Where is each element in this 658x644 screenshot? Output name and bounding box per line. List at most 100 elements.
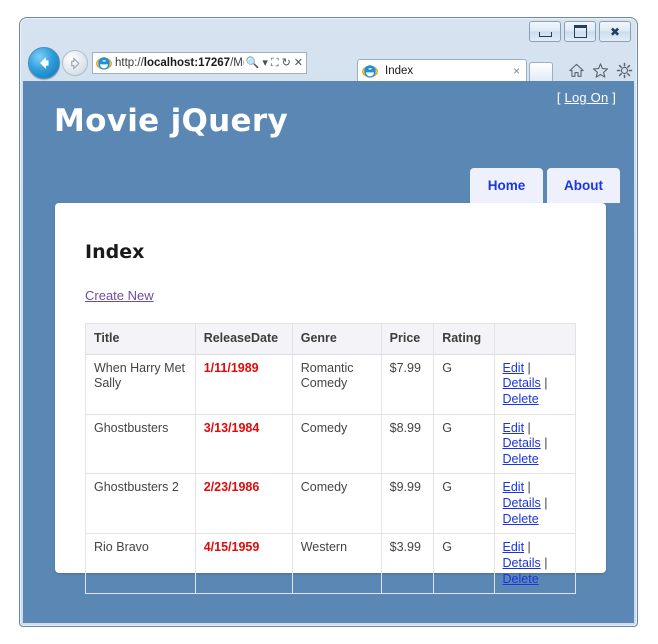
table-row: When Harry Met Sally 1/11/1989 Romantic … [86, 354, 576, 414]
site-header: [ Log On ] Movie jQuery Home About [23, 81, 634, 203]
action-separator: | [528, 421, 531, 435]
back-arrow-icon [35, 54, 53, 72]
forward-button[interactable] [62, 50, 88, 76]
logon-bracket-right: ] [612, 90, 616, 105]
edit-link[interactable]: Edit [503, 361, 525, 375]
column-header-price: Price [381, 324, 434, 355]
table-header-row: Title ReleaseDate Genre Price Rating [86, 324, 576, 355]
cell-title: Rio Bravo [86, 534, 196, 594]
forward-arrow-icon [68, 56, 83, 71]
compatibility-view-icon[interactable]: ⛶ [271, 58, 279, 69]
action-separator: | [544, 436, 547, 450]
cell-rating: G [434, 534, 494, 594]
movies-table-head: Title ReleaseDate Genre Price Rating [86, 324, 576, 355]
ie-logo-icon [96, 55, 112, 71]
delete-link[interactable]: Delete [503, 392, 539, 406]
browser-window: ✖ [19, 17, 638, 627]
site-nav: Home About [470, 168, 620, 203]
settings-gear-icon[interactable] [616, 62, 633, 79]
table-row: Ghostbusters 3/13/1984 Comedy $8.99 G Ed… [86, 414, 576, 474]
site-title: Movie jQuery [54, 103, 288, 139]
edit-link[interactable]: Edit [503, 480, 525, 494]
address-bar[interactable]: http://localhost:17267/M( 🔍 ▾ ⛶ ↻ ✕ [92, 52, 307, 74]
cell-actions: Edit | Details | Delete [494, 354, 575, 414]
details-link[interactable]: Details [503, 556, 541, 570]
delete-link[interactable]: Delete [503, 512, 539, 526]
logon-bracket-left: [ [557, 90, 561, 105]
url-path: /M( [230, 57, 244, 69]
cell-genre: Romantic Comedy [292, 354, 381, 414]
home-icon[interactable] [568, 62, 585, 79]
content-card: Index Create New Title ReleaseDate Genre… [55, 203, 606, 573]
page-title: Index [85, 241, 576, 263]
cell-actions: Edit | Details | Delete [494, 414, 575, 474]
cell-genre: Western [292, 534, 381, 594]
stop-icon[interactable]: ✕ [294, 58, 303, 69]
cell-price: $3.99 [381, 534, 434, 594]
window-titlebar: ✖ [20, 18, 637, 44]
details-link[interactable]: Details [503, 376, 541, 390]
column-header-genre: Genre [292, 324, 381, 355]
screenshot-root: ✖ [0, 0, 658, 644]
cell-title: When Harry Met Sally [86, 354, 196, 414]
cell-title: Ghostbusters [86, 414, 196, 474]
cell-release-date: 4/15/1959 [195, 534, 292, 594]
url-host: localhost:17267 [144, 57, 230, 69]
logon-container: [ Log On ] [557, 90, 616, 105]
cell-actions: Edit | Details | Delete [494, 474, 575, 534]
cell-rating: G [434, 354, 494, 414]
new-tab-button[interactable] [529, 62, 553, 82]
refresh-icon[interactable]: ↻ [282, 58, 291, 69]
browser-tab-index[interactable]: Index × [357, 59, 527, 82]
edit-link[interactable]: Edit [503, 540, 525, 554]
search-icon[interactable]: 🔍 [246, 58, 260, 69]
tab-ie-logo-icon [362, 63, 378, 79]
action-separator: | [528, 361, 531, 375]
minimize-button[interactable] [529, 21, 561, 42]
cell-genre: Comedy [292, 414, 381, 474]
tab-title: Index [385, 65, 511, 77]
nav-item-home-label: Home [488, 178, 526, 193]
logon-link[interactable]: Log On [565, 90, 609, 105]
cell-actions: Edit | Details | Delete [494, 534, 575, 594]
dropdown-arrow-icon[interactable]: ▾ [262, 58, 268, 69]
action-separator: | [544, 376, 547, 390]
details-link[interactable]: Details [503, 496, 541, 510]
column-header-rating: Rating [434, 324, 494, 355]
table-row: Ghostbusters 2 2/23/1986 Comedy $9.99 G … [86, 474, 576, 534]
cell-price: $8.99 [381, 414, 434, 474]
cell-rating: G [434, 474, 494, 534]
back-button[interactable] [28, 47, 60, 79]
action-separator: | [544, 496, 547, 510]
edit-link[interactable]: Edit [503, 421, 525, 435]
column-header-releasedate: ReleaseDate [195, 324, 292, 355]
window-controls: ✖ [529, 21, 631, 42]
address-url: http://localhost:17267/M( [115, 57, 244, 69]
tab-close-icon[interactable]: × [511, 65, 522, 77]
restore-button[interactable] [564, 21, 596, 42]
browser-tool-icons [568, 62, 633, 79]
column-header-actions [494, 324, 575, 355]
movies-table: Title ReleaseDate Genre Price Rating Whe… [85, 323, 576, 594]
tab-strip: Index × [357, 58, 553, 82]
cell-release-date: 1/11/1989 [195, 354, 292, 414]
delete-link[interactable]: Delete [503, 572, 539, 586]
action-separator: | [528, 480, 531, 494]
url-protocol: http:// [115, 57, 144, 69]
favorites-star-icon[interactable] [592, 62, 609, 79]
nav-item-home[interactable]: Home [470, 168, 543, 203]
close-button[interactable]: ✖ [599, 21, 631, 42]
delete-link[interactable]: Delete [503, 452, 539, 466]
column-header-title: Title [86, 324, 196, 355]
nav-item-about-label: About [564, 178, 603, 193]
cell-release-date: 3/13/1984 [195, 414, 292, 474]
action-separator: | [528, 540, 531, 554]
movies-table-body: When Harry Met Sally 1/11/1989 Romantic … [86, 354, 576, 594]
cell-genre: Comedy [292, 474, 381, 534]
nav-item-about[interactable]: About [547, 168, 620, 203]
cell-rating: G [434, 414, 494, 474]
page-viewport: [ Log On ] Movie jQuery Home About Index… [23, 81, 634, 623]
cell-release-date: 2/23/1986 [195, 474, 292, 534]
details-link[interactable]: Details [503, 436, 541, 450]
create-new-link[interactable]: Create New [85, 288, 154, 303]
